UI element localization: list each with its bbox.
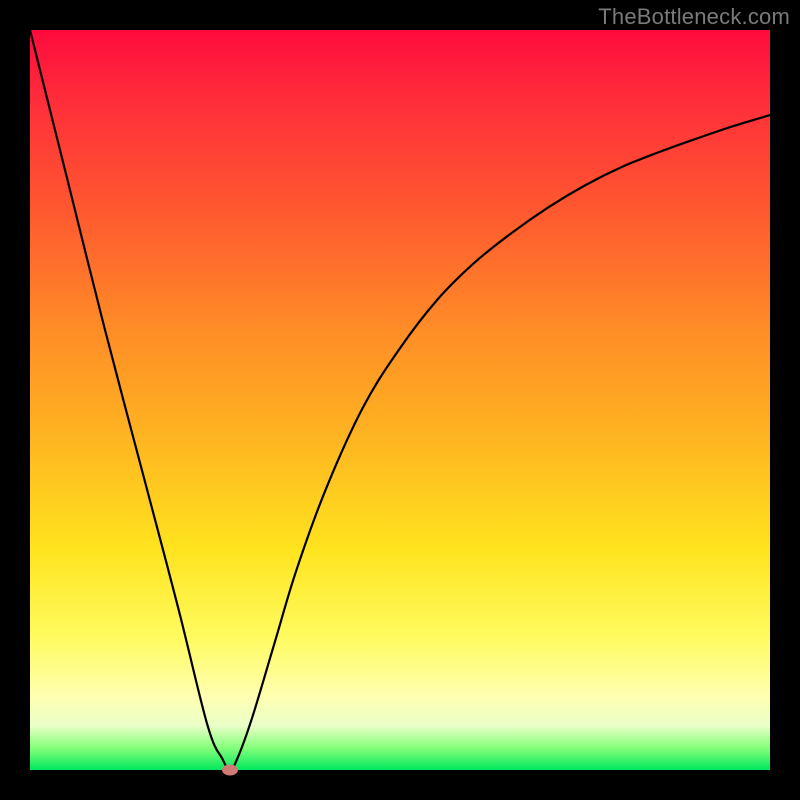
bottleneck-curve-path: [30, 30, 770, 770]
chart-frame: TheBottleneck.com: [0, 0, 800, 800]
watermark-text: TheBottleneck.com: [598, 4, 790, 30]
minimum-marker: [222, 765, 238, 776]
plot-area: [30, 30, 770, 770]
curve-svg: [30, 30, 770, 770]
